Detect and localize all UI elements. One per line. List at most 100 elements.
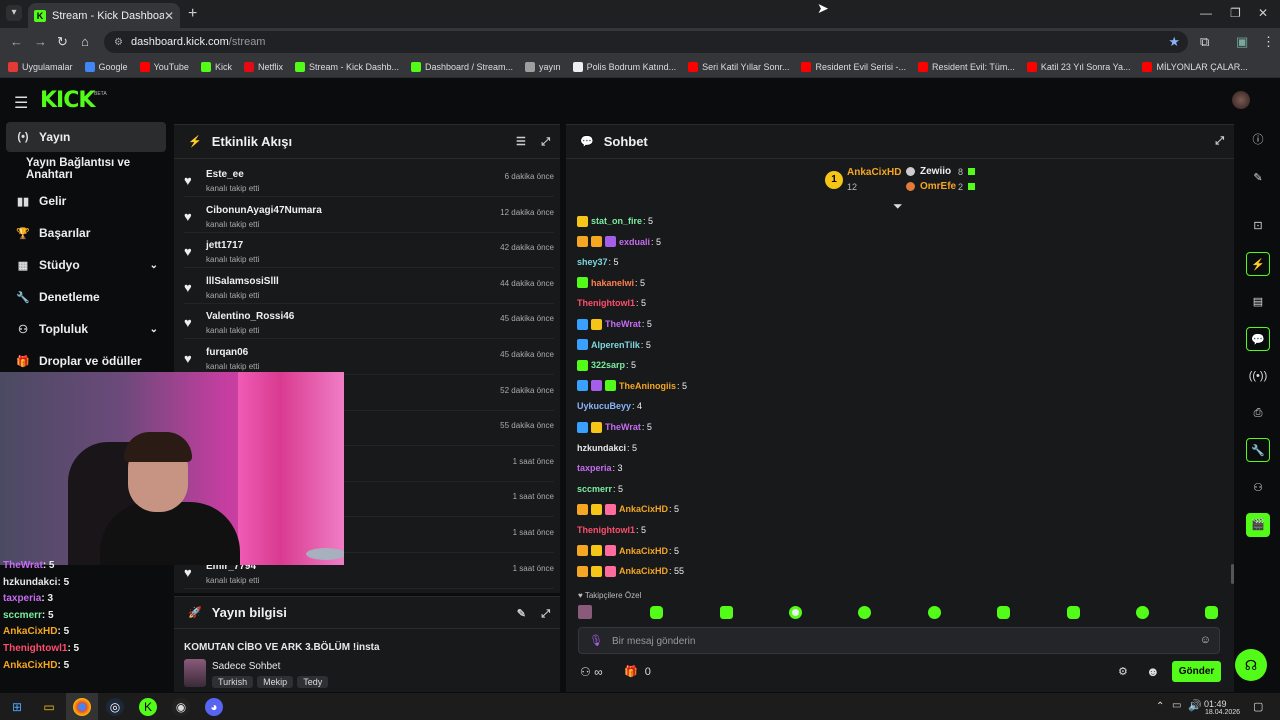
broadcast-icon[interactable]: ((•)) — [1246, 364, 1270, 388]
obs-icon[interactable]: ◉ — [172, 698, 190, 716]
chat-username[interactable]: AnkaCixHD — [619, 566, 668, 576]
bookmark-item[interactable]: Seri Katil Yıllar Sonr... — [688, 61, 789, 72]
clips-icon[interactable]: 🎬 — [1246, 513, 1270, 537]
viewers-control[interactable]: ⚇ ∞ — [580, 665, 603, 679]
bookmark-item[interactable]: MİLYONLAR ÇALAR... — [1142, 61, 1248, 72]
event-username[interactable]: Este_ee — [206, 169, 244, 180]
chat-username[interactable]: UykucuBeyy — [577, 401, 631, 411]
bookmark-item[interactable]: Stream - Kick Dashb... — [294, 61, 399, 72]
chat-username[interactable]: hzkundakci — [577, 443, 626, 453]
emote-icon[interactable] — [1067, 606, 1080, 619]
chrome-icon[interactable] — [73, 698, 91, 716]
bookmark-item[interactable]: YouTube — [139, 61, 189, 72]
close-window-icon[interactable]: ✕ — [1258, 6, 1268, 20]
site-info-icon[interactable]: ⚙ — [114, 37, 123, 48]
points-display[interactable]: 🎁 0 — [624, 665, 651, 678]
stream-tag[interactable]: Mekip — [257, 676, 294, 688]
info-icon[interactable]: ⓘ — [1246, 128, 1270, 152]
home-icon[interactable]: ⌂ — [81, 34, 89, 49]
bookmark-item[interactable]: Uygulamalar — [8, 61, 73, 72]
leader-2-name[interactable]: Zewiio — [920, 166, 951, 177]
chat-username[interactable]: AlperenTilk — [591, 340, 640, 350]
edit-icon[interactable]: ✎ — [517, 608, 526, 620]
kick-logo[interactable]: KICK — [40, 88, 95, 113]
notifications-icon[interactable]: ▢ — [1253, 700, 1263, 713]
clock-date[interactable]: 18.04.2026 — [1205, 709, 1240, 716]
profile-icon[interactable]: ▣ — [1236, 34, 1248, 50]
moderation-toggle-icon[interactable]: 🔧 — [1246, 438, 1270, 462]
menu-hamburger-icon[interactable]: ☰ — [14, 93, 28, 113]
chat-username[interactable]: stat_on_fire — [591, 216, 642, 226]
support-headset-icon[interactable]: ☊ — [1235, 649, 1267, 681]
filter-icon[interactable]: ☰ — [516, 136, 526, 148]
document-icon[interactable]: ▤ — [1246, 290, 1270, 314]
leader-3-name[interactable]: OmrEfe — [920, 181, 956, 192]
bookmark-item[interactable]: Netflix — [243, 61, 283, 72]
emote-icon[interactable] — [928, 606, 941, 619]
restore-icon[interactable]: ❐ — [1230, 6, 1241, 20]
sidebar-item[interactable]: (•) Yayın — [6, 122, 166, 152]
emote-icon[interactable] — [997, 606, 1010, 619]
sidebar-item[interactable]: Yayın Bağlantısı ve Anahtarı — [6, 154, 172, 184]
tray-chevron-icon[interactable]: ⌃ — [1156, 701, 1164, 712]
chat-username[interactable]: exduali — [619, 237, 650, 247]
bookmark-item[interactable]: Dashboard / Stream... — [411, 61, 513, 72]
browser-menu-icon[interactable]: ⋮ — [1262, 34, 1275, 50]
popout-icon[interactable]: ⤢ — [541, 608, 550, 620]
chat-username[interactable]: TheWrat — [605, 422, 641, 432]
event-username[interactable]: CibonunAyagi47Numara — [206, 205, 322, 216]
event-username[interactable]: furqan06 — [206, 347, 248, 358]
emoji-icon[interactable]: ☺ — [1200, 634, 1211, 646]
stream-tag[interactable]: Tedy — [297, 676, 329, 688]
microphone-icon[interactable]: 🎙 — [589, 634, 603, 647]
chat-username[interactable]: TheWrat — [605, 319, 641, 329]
bookmark-star-icon[interactable]: ★ — [1168, 34, 1180, 50]
users-icon[interactable]: ⚇ — [1246, 476, 1270, 500]
chat-username[interactable]: Thenightowl1 — [577, 525, 635, 535]
stream-tag[interactable]: Turkish — [212, 676, 254, 688]
chat-popout-icon[interactable]: ⤢ — [1215, 135, 1224, 148]
network-icon[interactable]: ▭ — [1172, 700, 1181, 711]
file-explorer-icon[interactable]: ▭ — [40, 698, 58, 716]
chat-username[interactable]: sccmerr — [577, 484, 612, 494]
emote-icon[interactable] — [578, 605, 592, 619]
chat-toggle-icon[interactable]: 💬 — [1246, 327, 1270, 351]
send-button[interactable]: Gönder — [1172, 661, 1221, 682]
chevron-down-icon[interactable]: ⌄ — [150, 260, 158, 271]
sidebar-item[interactable]: ▦ Stüdyo ⌄ — [6, 250, 166, 280]
emote-icon[interactable] — [1205, 606, 1218, 619]
sidebar-item[interactable]: ▮▮ Gelir — [6, 186, 166, 216]
user-avatar[interactable] — [1232, 91, 1250, 109]
clock-time[interactable]: 01:49 — [1204, 699, 1227, 709]
bookmark-item[interactable]: Resident Evil: Tüm... — [918, 61, 1015, 72]
emote-icon[interactable] — [720, 606, 733, 619]
popout-icon[interactable]: ⤢ — [541, 136, 550, 148]
chat-username[interactable]: hakanelwi — [591, 278, 634, 288]
bookmark-item[interactable]: Polis Bodrum Katınd... — [572, 61, 676, 72]
chat-input[interactable]: 🎙 Bir mesaj gönderin ☺ — [578, 627, 1220, 654]
browser-tab-active[interactable]: K Stream - Kick Dashboard ✕ — [28, 3, 180, 28]
sidebar-item[interactable]: ⚇ Topluluk ⌄ — [6, 314, 166, 344]
bookmark-item[interactable]: Google — [84, 61, 128, 72]
chat-username[interactable]: AnkaCixHD — [619, 546, 668, 556]
address-bar[interactable]: ⚙ dashboard.kick.com /stream ★ — [104, 31, 1188, 53]
emote-icon[interactable] — [858, 606, 871, 619]
emote-picker-icon[interactable]: ☻ — [1146, 664, 1160, 679]
event-username[interactable]: jett1717 — [206, 240, 243, 251]
minimize-icon[interactable]: — — [1200, 6, 1212, 20]
volume-icon[interactable]: 🔊 — [1188, 699, 1202, 712]
chat-scrollbar[interactable] — [1231, 564, 1234, 584]
screenshot-icon[interactable]: ⊡ — [1246, 214, 1270, 238]
close-tab-icon[interactable]: ✕ — [164, 9, 174, 23]
emote-icon[interactable] — [650, 606, 663, 619]
event-username[interactable]: Valentino_Rossi46 — [206, 311, 294, 322]
sidebar-item[interactable]: 🔧 Denetleme — [6, 282, 166, 312]
stream-category[interactable]: Sadece Sohbet — [212, 661, 280, 672]
bookmark-item[interactable]: yayın — [525, 61, 561, 72]
forward-icon[interactable]: → — [34, 34, 47, 49]
chat-settings-icon[interactable]: ⚙ — [1118, 665, 1128, 678]
tab-list-button[interactable]: ▾ — [6, 5, 22, 21]
chat-username[interactable]: AnkaCixHD — [619, 504, 668, 514]
reload-icon[interactable]: ↻ — [57, 34, 68, 50]
extensions-icon[interactable]: ⧉ — [1200, 34, 1209, 50]
